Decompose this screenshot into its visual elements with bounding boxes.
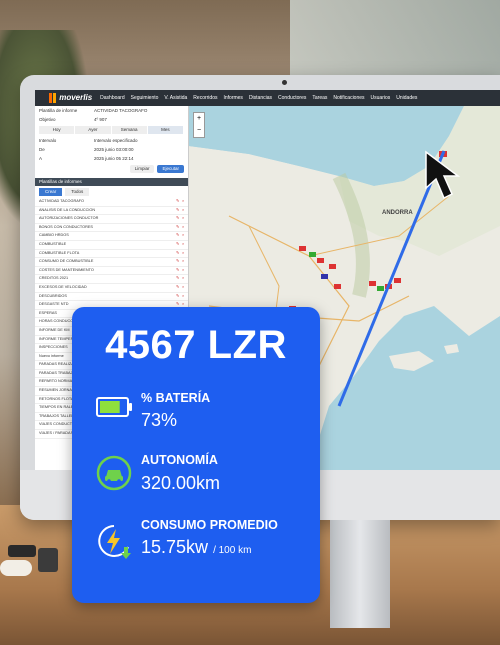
tab-semana[interactable]: Semana — [111, 126, 147, 134]
top-navbar: moverlis Dashboard Seguimiento V. Asisti… — [35, 90, 500, 106]
field-to[interactable]: A 2025 junio 05 22:14 — [35, 154, 188, 163]
monitor-camera — [282, 80, 287, 85]
battery-label: % BATERÍA — [141, 391, 211, 405]
template-row[interactable]: COMBUSTIBLE FLOTA ✎ × — [35, 250, 188, 259]
template-row-label: COMBUSTIBLE FLOTA — [39, 250, 80, 255]
template-row[interactable]: ANALISIS DE LA CONDUCCION ✎ × — [35, 207, 188, 216]
template-row[interactable]: CAMBIO HRDOS ✎ × — [35, 232, 188, 241]
template-row-label: COMBUSTIBLE — [39, 241, 67, 246]
nav-distancias[interactable]: Distancias — [249, 95, 272, 101]
delete-icon[interactable]: × — [182, 258, 188, 266]
template-row[interactable]: CREDITOS 2021 ✎ × — [35, 275, 188, 284]
delete-icon[interactable]: × — [182, 241, 188, 249]
template-row-label: ANALISIS DE LA CONDUCCION — [39, 207, 96, 212]
nav-dashboard[interactable]: Dashboard — [100, 95, 124, 101]
nav-recorridos[interactable]: Recorridos — [193, 95, 217, 101]
vehicle-card: 4567 LZR % BATERÍA 73% AUTONOMÍA 320.00k… — [72, 307, 320, 603]
island-menorca — [444, 344, 459, 354]
all-tab[interactable]: Todos — [65, 188, 90, 196]
field-interval[interactable]: Intervalo Intervalo especificado — [35, 136, 188, 145]
nav-informes[interactable]: Informes — [223, 95, 242, 101]
template-row[interactable]: DESCUBRIDOS ✎ × — [35, 293, 188, 302]
templates-header: Plantillas de informes — [35, 178, 188, 186]
island-mallorca — [389, 351, 434, 371]
delete-icon[interactable]: × — [182, 198, 188, 206]
delete-icon[interactable]: × — [182, 215, 188, 223]
template-row[interactable]: AUTORIZACIONES CONDUCTOR ✎ × — [35, 215, 188, 224]
template-subtabs: Crear Todos — [35, 186, 188, 198]
brand-logo[interactable]: moverlis — [49, 93, 92, 103]
photo-background: moverlis Dashboard Seguimiento V. Asisti… — [0, 0, 500, 645]
tab-hoy[interactable]: Hoy — [39, 126, 75, 134]
delete-icon[interactable]: × — [182, 207, 188, 215]
delete-icon[interactable]: × — [182, 267, 188, 275]
car-range-icon — [96, 455, 132, 491]
delete-icon[interactable]: × — [182, 275, 188, 283]
delete-icon[interactable]: × — [182, 293, 188, 301]
field-objective[interactable]: Objetivo 4º 907 — [35, 115, 188, 124]
template-row-label: CONSUMO DE COMBUSTIBLE — [39, 259, 94, 264]
nav-unidades[interactable]: Unidades — [396, 95, 417, 101]
template-row-label: EXCESOS DE VELOCIDAD — [39, 284, 87, 289]
range-label: AUTONOMÍA — [141, 453, 218, 467]
vehicle-plate: 4567 LZR — [105, 323, 287, 367]
tab-ayer[interactable]: Ayer — [75, 126, 111, 134]
create-tab[interactable]: Crear — [39, 188, 63, 196]
template-row[interactable]: COSTES DE MANTENIMIENTO ✎ × — [35, 267, 188, 276]
desk-clip — [8, 545, 36, 557]
desk-mug — [38, 548, 58, 572]
battery-value: 73% — [141, 410, 178, 430]
template-row[interactable]: COMBUSTIBLE ✎ × — [35, 241, 188, 250]
desk-object — [0, 560, 32, 576]
map-label-andorra: ANDORRA — [382, 210, 413, 216]
battery-icon — [96, 397, 132, 417]
template-row[interactable]: ACTIVIDAD TACOGRAFO ✎ × — [35, 198, 188, 207]
monitor-stand — [330, 518, 390, 628]
nav-tareas[interactable]: Tareas — [312, 95, 327, 101]
consumption-unit: / 100 km — [213, 545, 252, 556]
range-value: 320.00km — [141, 473, 221, 493]
tab-mes[interactable]: Mes — [147, 126, 183, 134]
nav-notificaciones[interactable]: Notificaciones — [333, 95, 364, 101]
report-buttons: Limpiar Ejecutar — [35, 163, 188, 175]
template-row[interactable]: CONSUMO DE COMBUSTIBLE ✎ × — [35, 258, 188, 267]
template-row[interactable]: BONOS CON CONDUCTORES ✎ × — [35, 224, 188, 233]
nav-seguimiento[interactable]: Seguimiento — [131, 95, 159, 101]
template-row-label: BONOS CON CONDUCTORES — [39, 224, 93, 229]
template-row-label: DESCUBRIDOS — [39, 293, 67, 298]
delete-icon[interactable]: × — [182, 224, 188, 232]
consumption-value: 15.75kw / 100 km — [141, 537, 252, 557]
consumption-label: CONSUMO PROMEDIO — [141, 518, 278, 532]
lightning-consumption-icon — [98, 525, 131, 559]
nav-usuarios[interactable]: Usuarios — [371, 95, 391, 101]
delete-icon[interactable]: × — [182, 232, 188, 240]
template-row-label: CAMBIO HRDOS — [39, 233, 69, 238]
field-from[interactable]: De 2025 junio 03:00:00 — [35, 145, 188, 154]
template-row-label: AUTORIZACIONES CONDUCTOR — [39, 216, 99, 221]
delete-icon[interactable]: × — [182, 284, 188, 292]
clear-button[interactable]: Limpiar — [129, 165, 155, 173]
delete-icon[interactable]: × — [182, 250, 188, 258]
period-tabs: Hoy Ayer Semana Mes — [39, 126, 184, 134]
zoom-control[interactable]: + − — [193, 112, 205, 138]
template-row-label: COSTES DE MANTENIMIENTO — [39, 267, 94, 272]
run-button[interactable]: Ejecutar — [157, 165, 184, 173]
template-row-label: ACTIVIDAD TACOGRAFO — [39, 199, 85, 203]
template-row[interactable]: EXCESOS DE VELOCIDAD ✎ × — [35, 284, 188, 293]
nav-asistida[interactable]: V. Asistida — [164, 95, 187, 101]
template-row-label: CREDITOS 2021 — [39, 276, 69, 281]
cursor-arrow-icon — [425, 150, 461, 200]
nav-conductores[interactable]: Conductores — [278, 95, 306, 101]
field-template[interactable]: Plantilla de informe ACTIVIDAD TACOGRAFO — [35, 106, 188, 115]
